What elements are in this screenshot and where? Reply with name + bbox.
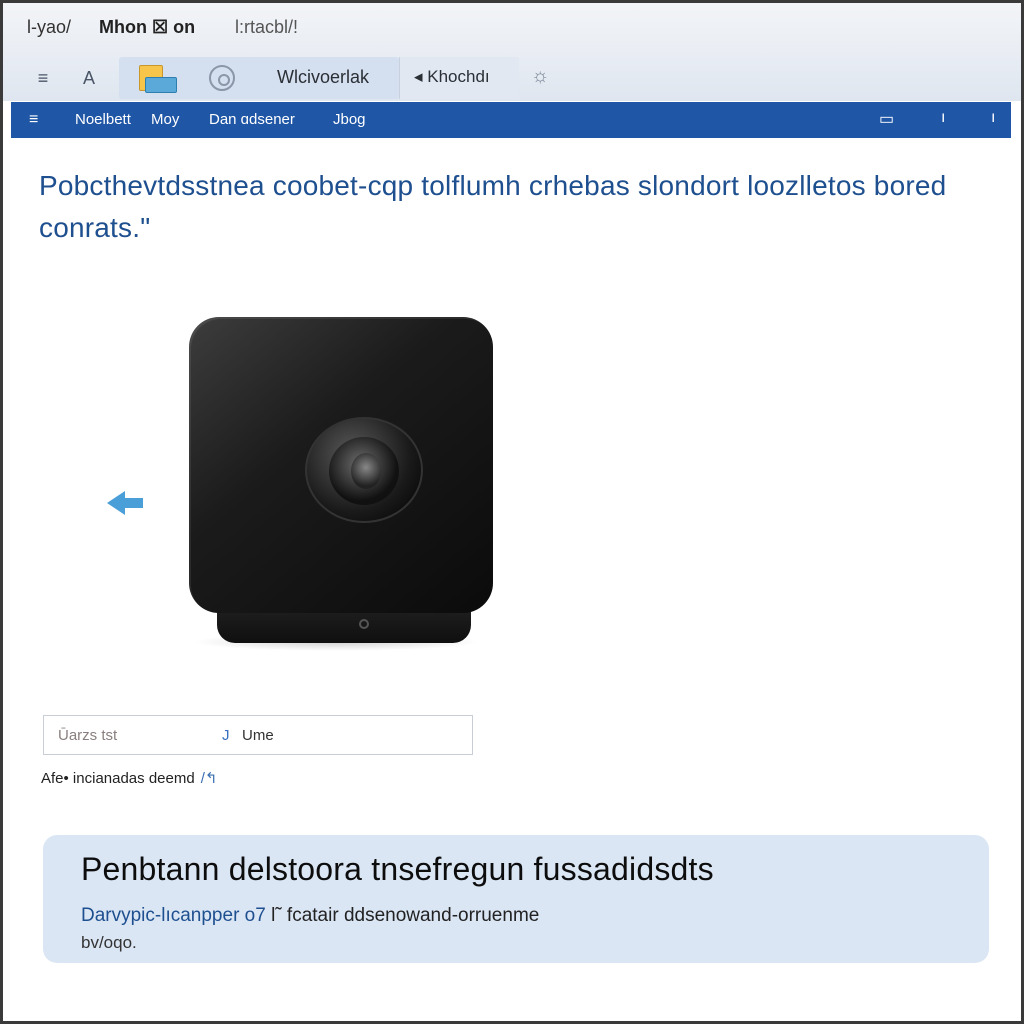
toolbar-label-1[interactable]: Wlcivoerlak (277, 67, 369, 88)
toolbar-label-2: ◂ Khochdı (414, 67, 490, 86)
field-value: Ume (242, 727, 274, 744)
caption: Afe• incianadas deemd /↰ (41, 769, 217, 787)
window-control-3[interactable]: ı (991, 109, 995, 127)
card-title: Penbtann delstoora tnsefregun fussadidsd… (81, 851, 714, 887)
window-control-2[interactable]: ı (941, 109, 945, 127)
menu-icon[interactable]: ≡ (25, 59, 61, 97)
menu-item-1[interactable]: l-yao/ (27, 17, 71, 38)
up-icon[interactable]: A (71, 59, 107, 97)
nav-item-1[interactable]: Noelbett (75, 111, 131, 128)
card-subtitle-link[interactable]: Darvypic-lıcanpper o7 (81, 905, 266, 926)
gear-icon[interactable] (209, 65, 235, 91)
caption-text: Afe• incianadas deemd (41, 770, 195, 787)
power-indicator (359, 619, 369, 629)
intro-text: Pobcthevtdsstnea coobet-cqp tolflumh crh… (39, 170, 947, 243)
app-window: l-yao/ Mhon ☒ on l:rtacbl/! ≡ A Wlcivoer… (0, 0, 1024, 1024)
hamburger-icon[interactable]: ≡ (29, 111, 38, 129)
field-placeholder: Ūarzs tst (58, 727, 118, 744)
card-subtitle: Darvypic-lıcanpper o7 l˜ fcatair ddsenow… (81, 905, 539, 927)
caption-link-icon[interactable]: /↰ (201, 769, 218, 787)
folder-icon[interactable] (135, 63, 181, 95)
toolbar-label-2-box[interactable]: ◂ Khochdı (399, 57, 519, 99)
product-image (183, 313, 503, 663)
toolbar: ≡ A Wlcivoerlak ◂ Khochdı ☼ (3, 55, 1021, 101)
menu-item-2[interactable]: Mhon ☒ on (99, 17, 195, 38)
card-subtitle-rest: l˜ fcatair ddsenowand-orruenme (271, 905, 540, 926)
card-note: bv/oqo. (81, 933, 137, 952)
nav-item-3[interactable]: Dan ɑdsener (209, 111, 295, 128)
field-separator: J (222, 727, 230, 744)
sun-icon[interactable]: ☼ (531, 65, 549, 88)
menu-item-3[interactable]: l:rtacbl/! (235, 17, 298, 38)
nav-item-2[interactable]: Moy (151, 111, 179, 128)
info-card: Penbtann delstoora tnsefregun fussadidsd… (43, 835, 989, 963)
nav-item-4[interactable]: Jbog (333, 111, 366, 128)
nav-bar: ≡ Noelbett Moy Dan ɑdsener Jbog ▭ ı ı (11, 102, 1011, 138)
arrow-icon[interactable] (103, 483, 147, 519)
menu-bar: l-yao/ Mhon ☒ on l:rtacbl/! (3, 3, 1021, 55)
toolbar-folder-group: Wlcivoerlak (119, 57, 399, 99)
window-control-1[interactable]: ▭ (879, 109, 894, 129)
search-field[interactable]: Ūarzs tst J Ume (43, 715, 473, 755)
